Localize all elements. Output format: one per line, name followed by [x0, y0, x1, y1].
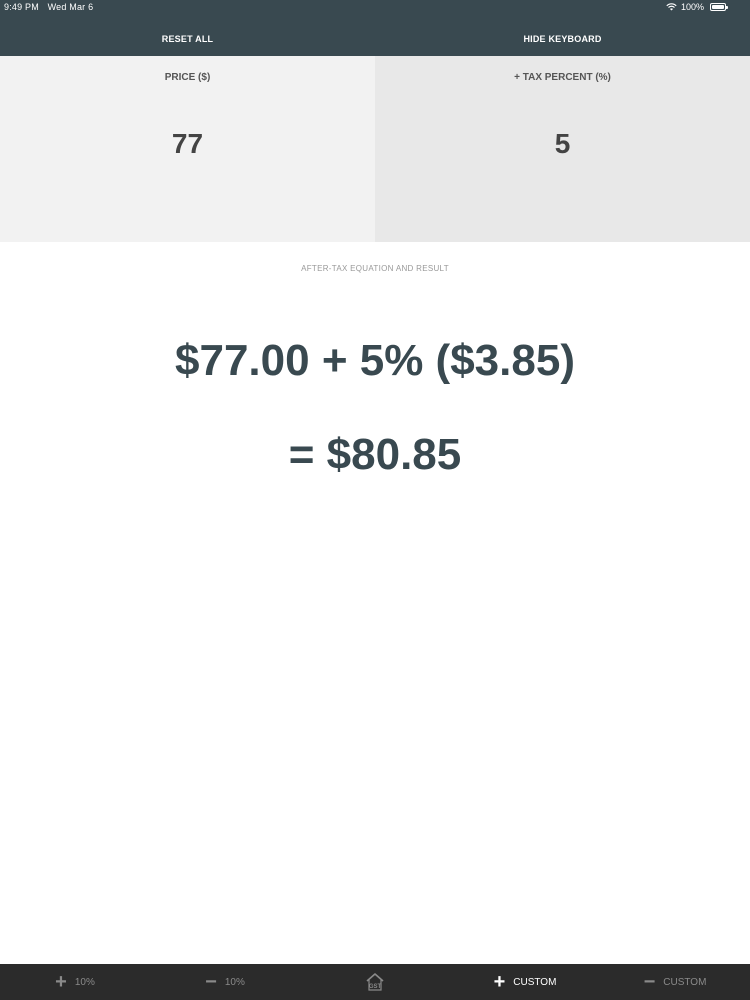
bottom-tab-bar: + 10% − 10% GST + CUSTOM − CUSTOM — [0, 964, 750, 1000]
tab-plus-10[interactable]: + 10% — [0, 964, 150, 1000]
gst-icon-label: GST — [369, 984, 382, 990]
plus-icon: + — [493, 971, 506, 993]
price-value[interactable]: 77 — [0, 128, 375, 160]
minus-icon: − — [643, 971, 656, 993]
tax-percent-input[interactable]: + TAX PERCENT (%) 5 — [375, 56, 750, 242]
tab-minus-10[interactable]: − 10% — [150, 964, 300, 1000]
tab-label: CUSTOM — [513, 976, 557, 988]
wifi-icon — [666, 3, 677, 11]
hide-keyboard-button[interactable]: HIDE KEYBOARD — [375, 22, 750, 56]
price-label: PRICE ($) — [164, 72, 211, 83]
tab-gst[interactable]: GST — [300, 964, 450, 1000]
status-date: Wed Mar 6 — [47, 2, 94, 12]
tax-percent-value[interactable]: 5 — [375, 128, 750, 160]
minus-icon: − — [205, 971, 217, 993]
tab-label: CUSTOM — [663, 976, 707, 988]
result-caption: AFTER-TAX EQUATION AND RESULT — [301, 264, 449, 273]
tax-percent-label: + TAX PERCENT (%) — [514, 72, 611, 83]
gst-house-icon: GST — [364, 971, 386, 993]
price-input[interactable]: PRICE ($) 77 — [0, 56, 375, 242]
tab-label: 10% — [224, 976, 245, 988]
reset-all-button[interactable]: RESET ALL — [0, 22, 375, 56]
tab-plus-custom[interactable]: + CUSTOM — [450, 964, 600, 1000]
tab-minus-custom[interactable]: − CUSTOM — [600, 964, 750, 1000]
status-time: 9:49 PM — [4, 2, 39, 12]
equation-text: $77.00 + 5% ($3.85) — [175, 336, 575, 385]
plus-icon: + — [55, 971, 67, 993]
top-bar: 9:49 PM Wed Mar 6 100% RESET ALL HIDE KE… — [0, 0, 750, 56]
battery-percent: 100% — [680, 2, 704, 12]
status-bar-right: 100% — [666, 2, 728, 12]
result-total: = $80.85 — [288, 430, 462, 479]
tab-label: 10% — [74, 976, 95, 988]
status-bar-left: 9:49 PM Wed Mar 6 — [4, 2, 99, 12]
input-panels: PRICE ($) 77 + TAX PERCENT (%) 5 — [0, 56, 750, 242]
battery-icon — [710, 3, 728, 11]
